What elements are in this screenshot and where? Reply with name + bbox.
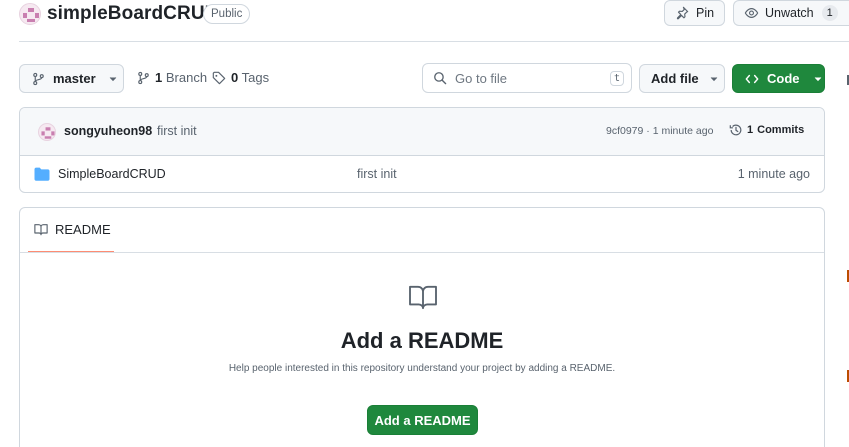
readme-panel: README Add a README Help people interest…	[19, 207, 825, 447]
commits-link[interactable]: 1 Commits	[729, 123, 804, 137]
pin-label: Pin	[696, 6, 715, 20]
history-icon	[729, 123, 743, 137]
branches-link[interactable]: 1 Branch	[137, 70, 207, 85]
readme-description: Help people interested in this repositor…	[228, 363, 616, 374]
file-name[interactable]: SimpleBoardCRUD	[58, 167, 166, 181]
code-button[interactable]: Code	[732, 64, 825, 93]
branch-selector[interactable]: master	[19, 64, 124, 93]
file-browser: songyuheon98 first init 9cf0979 · 1 minu…	[19, 107, 825, 193]
chevron-down-icon	[813, 74, 823, 84]
branch-icon	[32, 72, 45, 86]
tags-link[interactable]: 0 Tags	[212, 70, 269, 85]
tab-readme[interactable]: README	[28, 208, 114, 253]
eye-icon	[744, 6, 759, 20]
code-icon	[744, 72, 760, 86]
commits-label: Commits	[757, 124, 805, 136]
book-icon	[34, 223, 48, 236]
branch-count-label: Branch	[165, 70, 208, 85]
branch-count: 1	[155, 70, 163, 85]
tag-count-label: Tags	[241, 70, 270, 85]
file-time: 1 minute ago	[737, 167, 810, 181]
owner-avatar[interactable]	[19, 3, 41, 25]
commit-author[interactable]: songyuheon98	[64, 124, 152, 138]
readme-heading: Add a README	[340, 328, 504, 353]
readme-divider	[20, 252, 824, 253]
search-icon	[433, 71, 447, 85]
unwatch-button[interactable]: Unwatch 1	[733, 0, 849, 26]
latest-commit-bar: songyuheon98 first init 9cf0979 · 1 minu…	[20, 108, 824, 156]
visibility-badge: Public	[203, 4, 251, 24]
code-label: Code	[767, 71, 800, 86]
unwatch-label: Unwatch	[765, 6, 814, 20]
add-file-button[interactable]: Add file	[639, 64, 725, 93]
commits-count: 1	[747, 124, 754, 136]
folder-icon	[34, 167, 50, 181]
commit-hash-time[interactable]: 9cf0979 · 1 minute ago	[606, 125, 713, 137]
author-avatar[interactable]	[38, 123, 56, 141]
readme-tab-label: README	[55, 222, 111, 237]
book-icon	[408, 284, 438, 310]
add-file-label: Add file	[651, 71, 699, 86]
commit-message[interactable]: first init	[157, 124, 197, 138]
branch-icon	[137, 71, 150, 85]
add-readme-button[interactable]: Add a README	[367, 405, 478, 435]
table-row[interactable]: SimpleBoardCRUD first init 1 minute ago	[20, 156, 824, 192]
search-placeholder: Go to file	[455, 70, 508, 86]
chevron-down-icon	[108, 74, 118, 84]
repo-name[interactable]: simpleBoardCRUD	[47, 3, 218, 25]
tag-icon	[212, 71, 226, 85]
watch-count: 1	[821, 5, 838, 21]
file-commit-message[interactable]: first init	[357, 167, 397, 181]
go-to-file-input[interactable]: Go to file t	[422, 63, 632, 93]
pin-button[interactable]: Pin	[664, 0, 725, 26]
pin-icon	[675, 6, 689, 20]
header-divider	[19, 41, 849, 42]
search-shortcut-key: t	[610, 71, 624, 86]
branch-name: master	[53, 71, 96, 86]
chevron-down-icon	[709, 74, 719, 84]
tag-count: 0	[231, 70, 239, 85]
